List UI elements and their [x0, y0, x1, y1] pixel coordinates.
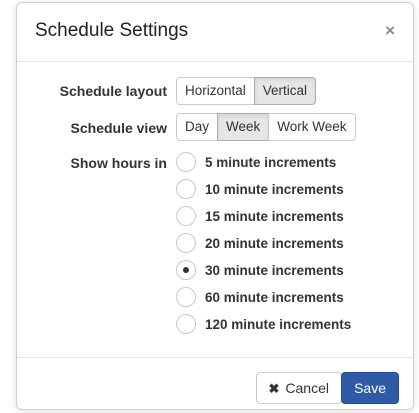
- radio-30-minute[interactable]: 30 minute increments: [176, 259, 344, 281]
- radio-label: 15 minute increments: [205, 208, 344, 224]
- radio-60-minute[interactable]: 60 minute increments: [176, 286, 344, 308]
- layout-horizontal-button[interactable]: Horizontal: [176, 77, 255, 105]
- radio-label: 5 minute increments: [205, 154, 337, 170]
- radio-button-icon[interactable]: [176, 152, 196, 172]
- close-icon: ✖: [268, 381, 280, 396]
- radio-button-icon[interactable]: [176, 287, 196, 307]
- radio-label: 20 minute increments: [205, 235, 344, 251]
- schedule-layout-group: Horizontal Vertical: [176, 77, 317, 105]
- schedule-layout-label: Schedule layout: [59, 83, 167, 99]
- schedule-view-label: Schedule view: [70, 120, 167, 136]
- radio-label: 120 minute increments: [205, 316, 352, 332]
- radio-button-icon[interactable]: [176, 179, 196, 199]
- save-button[interactable]: Save: [341, 372, 399, 404]
- radio-10-minute[interactable]: 10 minute increments: [176, 178, 344, 200]
- layout-vertical-button[interactable]: Vertical: [253, 77, 317, 105]
- radio-label: 60 minute increments: [205, 289, 344, 305]
- dialog-footer: ✖ Cancel Save: [17, 357, 413, 409]
- radio-button-icon[interactable]: [176, 314, 196, 334]
- radio-button-icon[interactable]: [176, 233, 196, 253]
- schedule-settings-dialog: Schedule Settings × Schedule layout Hori…: [16, 2, 414, 410]
- view-week-button[interactable]: Week: [217, 113, 270, 141]
- radio-button-icon[interactable]: [176, 206, 196, 226]
- radio-button-selected-icon[interactable]: [176, 260, 196, 280]
- dialog-header: Schedule Settings ×: [17, 3, 413, 62]
- radio-15-minute[interactable]: 15 minute increments: [176, 205, 344, 227]
- schedule-view-group: Day Week Work Week: [176, 113, 356, 141]
- show-hours-label: Show hours in: [70, 155, 167, 171]
- radio-label: 10 minute increments: [205, 181, 344, 197]
- view-day-button[interactable]: Day: [176, 113, 219, 141]
- radio-20-minute[interactable]: 20 minute increments: [176, 232, 344, 254]
- radio-120-minute[interactable]: 120 minute increments: [176, 313, 351, 335]
- view-work-week-button[interactable]: Work Week: [268, 113, 356, 141]
- close-icon[interactable]: ×: [385, 22, 395, 39]
- cancel-label: Cancel: [285, 380, 329, 396]
- radio-label: 30 minute increments: [205, 262, 344, 278]
- radio-5-minute[interactable]: 5 minute increments: [176, 151, 336, 173]
- cancel-button[interactable]: ✖ Cancel: [255, 372, 342, 404]
- dialog-title: Schedule Settings: [35, 20, 189, 41]
